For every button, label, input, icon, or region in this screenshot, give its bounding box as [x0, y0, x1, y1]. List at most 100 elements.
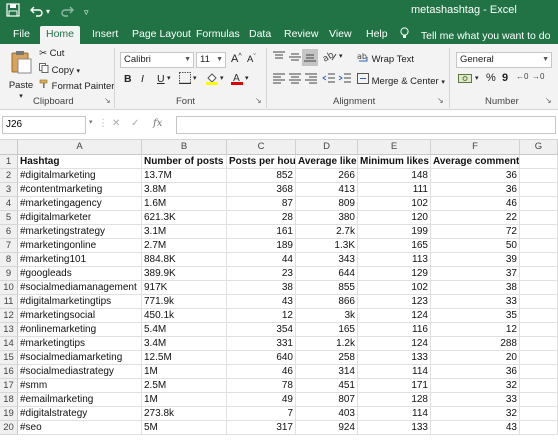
- table-cell[interactable]: #marketingsocial: [18, 309, 142, 323]
- undo-icon[interactable]: [30, 3, 44, 22]
- copy-button[interactable]: Copy ▾: [39, 63, 80, 76]
- number-launcher-icon[interactable]: ↘: [545, 96, 552, 105]
- align-top-icon[interactable]: [272, 51, 286, 66]
- table-cell[interactable]: 33: [431, 295, 520, 309]
- align-center-icon[interactable]: [288, 72, 302, 87]
- alignment-launcher-icon[interactable]: ↘: [437, 96, 444, 105]
- accounting-dropdown-icon[interactable]: ▾: [475, 74, 479, 82]
- table-cell[interactable]: [520, 239, 558, 253]
- table-cell[interactable]: [520, 211, 558, 225]
- align-bottom-icon[interactable]: [302, 49, 318, 66]
- row-header[interactable]: 11: [0, 295, 18, 309]
- column-header-f[interactable]: F: [431, 140, 520, 155]
- table-cell[interactable]: 2.5M: [142, 379, 227, 393]
- font-color-icon[interactable]: A: [231, 71, 243, 88]
- row-header[interactable]: 1: [0, 155, 18, 169]
- table-cell[interactable]: 72: [431, 225, 520, 239]
- table-cell[interactable]: 165: [358, 239, 431, 253]
- orientation-dropdown-icon[interactable]: ▾: [339, 52, 343, 60]
- table-cell[interactable]: 46: [431, 197, 520, 211]
- table-cell[interactable]: 32: [431, 379, 520, 393]
- accounting-format-icon[interactable]: [458, 72, 474, 87]
- row-header[interactable]: 3: [0, 183, 18, 197]
- table-cell[interactable]: [520, 225, 558, 239]
- table-cell[interactable]: 44: [227, 253, 296, 267]
- table-cell[interactable]: 133: [358, 421, 431, 435]
- table-cell[interactable]: 640: [227, 351, 296, 365]
- column-header-e[interactable]: E: [358, 140, 431, 155]
- row-header[interactable]: 9: [0, 267, 18, 281]
- table-cell[interactable]: 111: [358, 183, 431, 197]
- table-cell[interactable]: 123: [358, 295, 431, 309]
- table-cell[interactable]: 852: [227, 169, 296, 183]
- table-cell[interactable]: [520, 253, 558, 267]
- table-cell[interactable]: 273.8k: [142, 407, 227, 421]
- table-cell[interactable]: 3.8M: [142, 183, 227, 197]
- table-cell[interactable]: 331: [227, 337, 296, 351]
- table-cell[interactable]: [520, 393, 558, 407]
- row-header[interactable]: 13: [0, 323, 18, 337]
- underline-button[interactable]: U: [157, 73, 165, 85]
- row-header[interactable]: 8: [0, 253, 18, 267]
- row-header[interactable]: 12: [0, 309, 18, 323]
- row-header[interactable]: 5: [0, 211, 18, 225]
- increase-decimal-icon[interactable]: ←0: [516, 72, 528, 81]
- table-cell[interactable]: [520, 365, 558, 379]
- increase-indent-icon[interactable]: [338, 72, 352, 87]
- tab-home[interactable]: Home: [40, 26, 81, 44]
- table-cell[interactable]: 266: [296, 169, 358, 183]
- table-cell[interactable]: [520, 337, 558, 351]
- borders-icon[interactable]: [179, 72, 191, 87]
- table-cell[interactable]: 33: [431, 393, 520, 407]
- table-cell[interactable]: 1.2k: [296, 337, 358, 351]
- decrease-decimal-icon[interactable]: →0: [532, 72, 544, 81]
- font-color-dropdown-icon[interactable]: ▾: [245, 74, 249, 82]
- name-box[interactable]: J26: [2, 116, 86, 134]
- table-cell[interactable]: 12.5M: [142, 351, 227, 365]
- align-left-icon[interactable]: [272, 72, 286, 87]
- table-cell[interactable]: 1M: [142, 393, 227, 407]
- table-cell[interactable]: 114: [358, 365, 431, 379]
- cancel-entry-icon[interactable]: ✕: [112, 118, 120, 129]
- tab-view[interactable]: View: [323, 26, 358, 44]
- font-size-combo[interactable]: 11 ▼: [196, 52, 226, 68]
- table-cell[interactable]: 32: [431, 407, 520, 421]
- table-cell[interactable]: 917K: [142, 281, 227, 295]
- table-cell[interactable]: 413: [296, 183, 358, 197]
- header-cell[interactable]: [520, 155, 558, 169]
- table-cell[interactable]: 3.1M: [142, 225, 227, 239]
- table-cell[interactable]: 133: [358, 351, 431, 365]
- font-launcher-icon[interactable]: ↘: [255, 96, 262, 105]
- copy-dropdown-icon[interactable]: ▾: [76, 68, 80, 75]
- table-cell[interactable]: 1.3K: [296, 239, 358, 253]
- tell-me-search[interactable]: Tell me what you want to do: [400, 27, 551, 42]
- table-cell[interactable]: 5.4M: [142, 323, 227, 337]
- table-cell[interactable]: 288: [431, 337, 520, 351]
- table-cell[interactable]: 855: [296, 281, 358, 295]
- table-cell[interactable]: [520, 421, 558, 435]
- tab-data[interactable]: Data: [243, 26, 277, 44]
- table-cell[interactable]: 354: [227, 323, 296, 337]
- table-cell[interactable]: #onlinemarketing: [18, 323, 142, 337]
- table-cell[interactable]: #socialmediastrategy: [18, 365, 142, 379]
- table-cell[interactable]: #smm: [18, 379, 142, 393]
- table-cell[interactable]: 3.4M: [142, 337, 227, 351]
- row-header[interactable]: 15: [0, 351, 18, 365]
- table-cell[interactable]: #digitalmarketingtips: [18, 295, 142, 309]
- table-cell[interactable]: #digitalstrategy: [18, 407, 142, 421]
- table-cell[interactable]: 20: [431, 351, 520, 365]
- table-cell[interactable]: 13.7M: [142, 169, 227, 183]
- table-cell[interactable]: 102: [358, 197, 431, 211]
- table-cell[interactable]: 22: [431, 211, 520, 225]
- table-cell[interactable]: 116: [358, 323, 431, 337]
- table-cell[interactable]: 189: [227, 239, 296, 253]
- row-header[interactable]: 18: [0, 393, 18, 407]
- number-format-combo[interactable]: General ▼: [456, 52, 552, 68]
- table-cell[interactable]: 148: [358, 169, 431, 183]
- table-cell[interactable]: [520, 407, 558, 421]
- table-cell[interactable]: 644: [296, 267, 358, 281]
- table-cell[interactable]: 368: [227, 183, 296, 197]
- tab-formulas[interactable]: Formulas: [190, 26, 246, 44]
- formula-input[interactable]: [176, 116, 556, 134]
- row-header[interactable]: 16: [0, 365, 18, 379]
